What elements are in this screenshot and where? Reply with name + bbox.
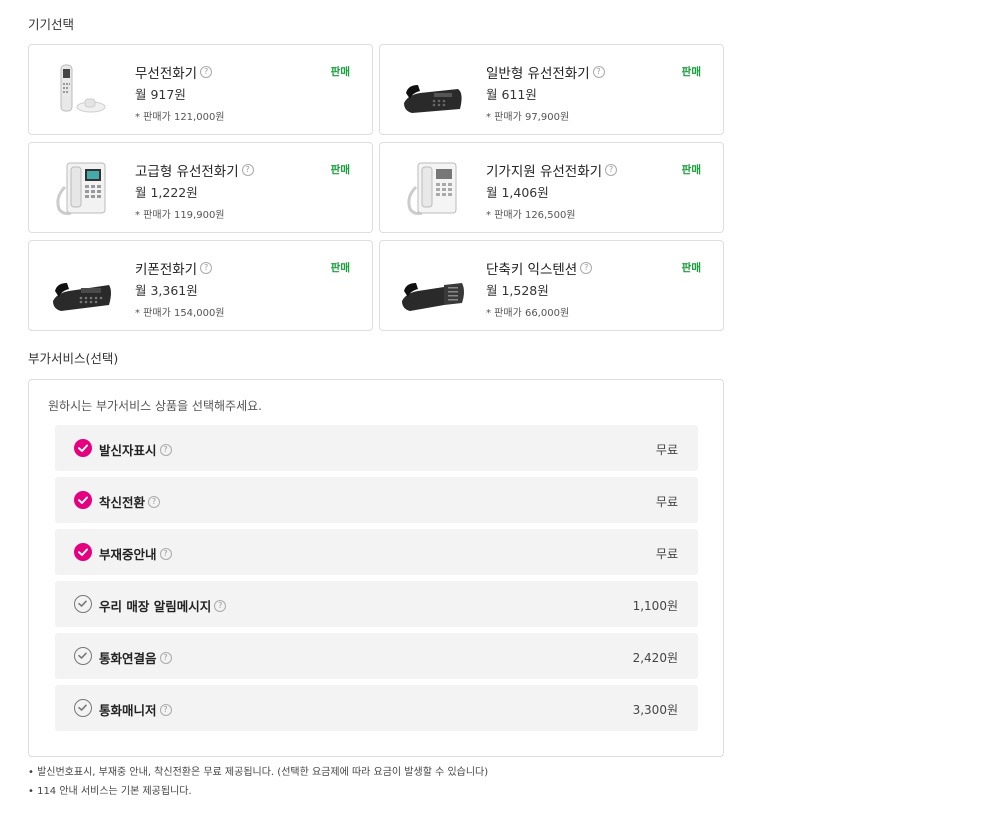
help-icon[interactable]: ? — [241, 164, 254, 176]
addon-name: 부재중안내 — [99, 547, 157, 562]
device-sale-price: * 판매가 154,000원 — [135, 308, 225, 319]
sale-badge: 판매 — [330, 164, 350, 176]
notice-item: 114 안내 서비스는 기본 제공됩니다. — [28, 782, 488, 801]
device-sale-price: * 판매가 119,900원 — [135, 210, 225, 221]
sale-badge: 판매 — [681, 262, 701, 274]
device-sale-price: * 판매가 121,000원 — [135, 112, 225, 123]
extension-module-icon — [402, 283, 464, 311]
help-icon[interactable]: ? — [148, 495, 161, 508]
device-card-giga-wired[interactable]: 기가지원 유선전화기? 월 1,406원 * 판매가 126,500원 판매 — [379, 142, 724, 233]
check-circle-filled-icon[interactable] — [74, 439, 92, 457]
notice-item: 발신번호표시, 부재중 안내, 착신전환은 무료 제공됩니다. (선택한 요금제… — [28, 763, 488, 782]
device-monthly-price: 월 1,222원 — [135, 185, 198, 200]
device-monthly-price: 월 1,528원 — [486, 283, 549, 298]
device-section-title: 기기선택 — [28, 17, 75, 32]
notice-list: 발신번호표시, 부재중 안내, 착신전환은 무료 제공됩니다. (선택한 요금제… — [28, 763, 488, 801]
addon-price: 2,420원 — [632, 651, 678, 665]
sale-badge: 판매 — [330, 66, 350, 78]
device-card-keyphone[interactable]: 키폰전화기? 월 3,361원 * 판매가 154,000원 판매 — [28, 240, 373, 331]
addon-guide-text: 원하시는 부가서비스 상품을 선택해주세요. — [48, 399, 262, 413]
addon-price: 1,100원 — [632, 599, 678, 613]
addon-price: 무료 — [655, 495, 678, 509]
device-sale-price: * 판매가 97,900원 — [486, 112, 570, 123]
device-name: 고급형 유선전화기 — [135, 164, 239, 180]
addon-item[interactable]: 부재중안내? 무료 — [55, 529, 698, 575]
check-circle-filled-icon[interactable] — [74, 491, 92, 509]
addon-name: 착신전환 — [99, 495, 146, 510]
device-sale-price: * 판매가 126,500원 — [486, 210, 576, 221]
device-name: 단축키 익스텐션 — [486, 262, 578, 278]
help-icon[interactable]: ? — [605, 164, 618, 176]
check-circle-outline-icon[interactable] — [74, 699, 92, 717]
help-icon[interactable]: ? — [159, 547, 172, 560]
device-name: 키폰전화기 — [135, 262, 198, 278]
addon-price: 무료 — [655, 443, 678, 457]
device-monthly-price: 월 3,361원 — [135, 283, 198, 298]
desk-phone-black-icon — [404, 85, 462, 113]
device-card-extension[interactable]: 단축키 익스텐션? 월 1,528원 * 판매가 66,000원 판매 — [379, 240, 724, 331]
help-icon[interactable]: ? — [200, 66, 213, 78]
device-monthly-price: 월 917원 — [135, 87, 186, 102]
help-icon[interactable]: ? — [214, 599, 227, 612]
help-icon[interactable]: ? — [159, 651, 172, 664]
device-name: 일반형 유선전화기 — [486, 66, 590, 82]
device-monthly-price: 월 1,406원 — [486, 185, 549, 200]
desk-phone-white-icon — [56, 162, 106, 215]
cordless-phone-icon — [60, 64, 106, 113]
help-icon[interactable]: ? — [159, 443, 172, 456]
addon-price: 3,300원 — [632, 703, 678, 717]
addon-price: 무료 — [655, 547, 678, 561]
device-grid: 무선전화기? 월 917원 * 판매가 121,000원 판매 일반형 유선전화… — [28, 44, 724, 331]
addon-item[interactable]: 착신전환? 무료 — [55, 477, 698, 523]
device-name: 무선전화기 — [135, 66, 198, 82]
addon-service-box: 원하시는 부가서비스 상품을 선택해주세요. 발신자표시? 무료 착신전환? 무료 부재… — [28, 379, 724, 757]
check-circle-outline-icon[interactable] — [74, 595, 92, 613]
addon-item[interactable]: 발신자표시? 무료 — [55, 425, 698, 471]
help-icon[interactable]: ? — [580, 262, 593, 274]
device-card-basic-wired[interactable]: 일반형 유선전화기? 월 611원 * 판매가 97,900원 판매 — [379, 44, 724, 135]
device-sale-price: * 판매가 66,000원 — [486, 308, 570, 319]
help-icon[interactable]: ? — [159, 703, 172, 716]
check-circle-filled-icon[interactable] — [74, 543, 92, 561]
addon-section-title: 부가서비스(선택) — [28, 351, 119, 366]
device-name: 기가지원 유선전화기 — [486, 164, 603, 180]
device-card-cordless[interactable]: 무선전화기? 월 917원 * 판매가 121,000원 판매 — [28, 44, 373, 135]
addon-item[interactable]: 우리 매장 알림메시지? 1,100원 — [55, 581, 698, 627]
device-card-premium-wired[interactable]: 고급형 유선전화기? 월 1,222원 * 판매가 119,900원 판매 — [28, 142, 373, 233]
addon-item[interactable]: 통화연결음? 2,420원 — [55, 633, 698, 679]
device-monthly-price: 월 611원 — [486, 87, 537, 102]
help-icon[interactable]: ? — [592, 66, 605, 78]
sale-badge: 판매 — [681, 66, 701, 78]
sale-badge: 판매 — [330, 262, 350, 274]
addon-list: 발신자표시? 무료 착신전환? 무료 부재중안내? 무료 우리 매장 알림메시지? 1,100… — [55, 425, 698, 737]
addon-name: 통화매니저 — [99, 703, 157, 718]
keyphone-icon — [53, 283, 111, 311]
desk-phone-white-icon — [407, 162, 457, 215]
addon-item[interactable]: 통화매니저? 3,300원 — [55, 685, 698, 731]
addon-name: 우리 매장 알림메시지 — [99, 599, 212, 614]
addon-name: 통화연결음 — [99, 651, 157, 666]
addon-name: 발신자표시 — [99, 443, 157, 458]
check-circle-outline-icon[interactable] — [74, 647, 92, 665]
help-icon[interactable]: ? — [200, 262, 213, 274]
sale-badge: 판매 — [681, 164, 701, 176]
